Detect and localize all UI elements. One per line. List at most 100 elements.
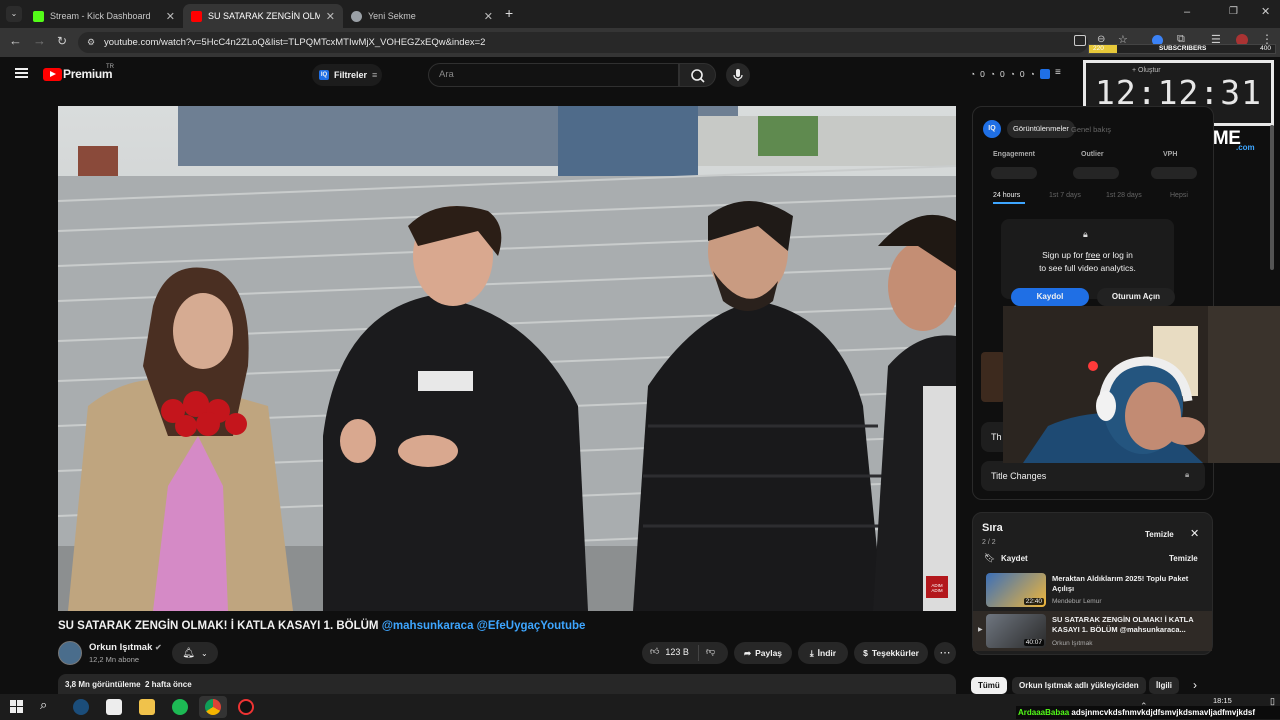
chrome-icon xyxy=(351,10,362,22)
forward-icon[interactable]: → xyxy=(33,33,46,48)
counter-value: 0 xyxy=(1000,69,1005,79)
thumbs-down-icon: 👎︎ xyxy=(706,646,716,656)
tab-youtube-video[interactable]: SU SATARAK ZENGİN OLMAK! İ ✕ xyxy=(183,4,343,28)
bookmark-icon[interactable]: 🔖︎ xyxy=(984,553,995,564)
chip-from-uploader[interactable]: Orkun Işıtmak adlı yükleyiciden xyxy=(1012,677,1146,694)
queue-clear-button[interactable]: Temizle xyxy=(1145,530,1174,539)
youtube-logo-text[interactable]: Premium xyxy=(63,67,113,81)
search-icon xyxy=(691,69,705,83)
tab-title: SU SATARAK ZENGİN OLMAK! İ xyxy=(208,11,320,21)
notification-bell-button[interactable]: 🔔︎ ⌄ xyxy=(172,642,218,664)
queue-clear-button-2[interactable]: Temizle xyxy=(1169,554,1198,563)
close-tab-icon[interactable]: ✕ xyxy=(326,10,335,23)
video-title-mentions[interactable]: @mahsunkaraca @EfeUygaçYoutube xyxy=(382,620,586,632)
queue-item-title: Meraktan Aldıklarım 2025! Toplu Paket Aç… xyxy=(1052,574,1189,593)
thumbs-up-icon: 👍︎ xyxy=(650,646,660,656)
youtube-logo-icon[interactable] xyxy=(43,68,62,81)
queue-panel: Sıra 2 / 2 Temizle ✕ 🔖︎ Kaydet Temizle 2… xyxy=(972,512,1213,655)
page-scrollbar[interactable] xyxy=(1270,125,1274,270)
description-box[interactable]: 3,8 Mn görüntüleme 2 hafta önce xyxy=(58,674,956,694)
steam-icon[interactable] xyxy=(73,699,89,715)
video-frame xyxy=(58,106,956,611)
back-icon[interactable]: ← xyxy=(9,33,22,48)
install-app-icon[interactable] xyxy=(1074,35,1086,46)
video-title-text: SU SATARAK ZENGİN OLMAK! İ KATLA KASAYI … xyxy=(58,620,379,632)
range-7-days[interactable]: 1st 7 days xyxy=(1049,192,1081,199)
chrome-taskbar-icon[interactable] xyxy=(205,699,221,715)
download-icon: ⤓ xyxy=(809,647,814,658)
file-explorer-icon[interactable] xyxy=(139,699,155,715)
dislike-button[interactable]: 👎︎ xyxy=(706,646,715,657)
close-window-icon[interactable]: ✕ xyxy=(1261,5,1270,18)
search-input[interactable]: Ara xyxy=(428,63,679,87)
queue-item[interactable]: 22:40 Meraktan Aldıklarım 2025! Toplu Pa… xyxy=(973,571,1212,609)
close-tab-icon[interactable]: ✕ xyxy=(166,10,175,23)
divider xyxy=(698,645,699,661)
windows-start-icon[interactable] xyxy=(10,700,23,713)
counter-icon: ◔ xyxy=(1009,69,1015,79)
upload-age: 2 hafta önce xyxy=(145,680,192,689)
tab-kick-dashboard[interactable]: Stream - Kick Dashboard ✕ xyxy=(25,4,183,28)
signup-button[interactable]: Kaydol xyxy=(1011,288,1089,306)
analytics-tab-overview[interactable]: Genel bakış xyxy=(1071,125,1111,134)
filters-button[interactable]: IQ Filtreler ≡ xyxy=(312,64,382,86)
analytics-tab-views[interactable]: Görüntülenmeler xyxy=(1007,120,1075,138)
range-all[interactable]: Hepsi xyxy=(1170,192,1188,199)
like-count: 123 B xyxy=(665,646,689,657)
counter-icon: ◔ xyxy=(970,69,976,79)
minimize-window-icon[interactable]: – xyxy=(1184,6,1190,18)
thanks-button[interactable]: $ Teşekkürler xyxy=(854,642,928,664)
new-tab-button[interactable]: + xyxy=(505,5,513,21)
hamburger-menu-icon[interactable] xyxy=(15,68,28,78)
range-24-hours[interactable]: 24 hours xyxy=(993,192,1020,199)
signup-free-link[interactable]: free xyxy=(1086,250,1101,260)
channel-avatar[interactable] xyxy=(58,641,82,665)
metric-placeholder xyxy=(1151,167,1197,179)
login-button[interactable]: Oturum Açın xyxy=(1097,288,1175,306)
share-button[interactable]: ➦ Paylaş xyxy=(734,642,792,664)
close-tab-icon[interactable]: ✕ xyxy=(484,10,493,23)
iq-extension-icon[interactable] xyxy=(1040,69,1050,79)
chip-related[interactable]: İlgili xyxy=(1149,677,1179,694)
thumbnail-partial xyxy=(981,352,1005,402)
store-icon[interactable] xyxy=(106,699,122,715)
like-button[interactable]: 👍︎ 123 B xyxy=(650,646,689,657)
channel-name[interactable]: Orkun Işıtmak ✔ xyxy=(89,642,162,653)
tab-search-button[interactable]: ⌄ xyxy=(6,6,22,22)
more-actions-button[interactable]: ⋯ xyxy=(934,642,956,664)
queue-title: Sıra xyxy=(982,522,1003,534)
search-button[interactable] xyxy=(679,63,716,87)
queue-thumbnail: 40:07 xyxy=(986,614,1046,648)
more-icon: ⋯ xyxy=(939,647,951,659)
bell-icon: 🔔︎ xyxy=(182,647,195,659)
restore-window-icon[interactable]: ❐ xyxy=(1229,6,1238,17)
spotify-icon[interactable] xyxy=(172,699,188,715)
queue-thumbnail: 22:40 xyxy=(986,573,1046,607)
clock-seconds: 31 xyxy=(1220,73,1262,112)
reload-icon[interactable]: ↻ xyxy=(57,34,67,48)
search-taskbar-icon[interactable]: ⌕ xyxy=(40,697,47,713)
partial-row-text: Th xyxy=(991,432,1002,442)
close-icon[interactable]: ✕ xyxy=(1190,527,1199,540)
list-icon[interactable]: ≡ xyxy=(1055,67,1061,78)
ticker-username: ArdaaaBabaa xyxy=(1018,708,1070,717)
duration-badge: 22:40 xyxy=(1023,598,1044,605)
download-button[interactable]: ⤓ İndir xyxy=(798,642,848,664)
metric-outlier: Outlier xyxy=(1081,151,1104,158)
chevron-right-icon[interactable]: › xyxy=(1193,678,1197,692)
range-28-days[interactable]: 1st 28 days xyxy=(1106,192,1142,199)
tab-new-tab[interactable]: Yeni Sekme ✕ xyxy=(343,4,501,28)
queue-save-button[interactable]: Kaydet xyxy=(1001,554,1028,563)
obs-icon[interactable] xyxy=(238,699,254,715)
sliders-icon: ≡ xyxy=(372,70,378,80)
chip-all[interactable]: Tümü xyxy=(971,677,1007,694)
title-changes-row[interactable]: Title Changes 🔒︎ xyxy=(981,461,1205,491)
voice-search-button[interactable] xyxy=(726,63,750,87)
range-underline xyxy=(993,202,1025,204)
url-text[interactable]: youtube.com/watch?v=5HcC4n2ZLoQ&list=TLP… xyxy=(104,37,485,48)
site-info-icon[interactable]: ⚙ xyxy=(87,37,95,48)
video-player[interactable]: ADIM ADIM xyxy=(58,106,956,611)
queue-item-current[interactable]: ▶ 40:07 SU SATARAK ZENGİN OLMAK! İ KATLA… xyxy=(973,611,1212,651)
taskbar-clock[interactable]: 18:15 xyxy=(1213,696,1232,705)
queue-item-title: SU SATARAK ZENGİN OLMAK! İ KATLA KASAYI … xyxy=(1052,615,1194,634)
